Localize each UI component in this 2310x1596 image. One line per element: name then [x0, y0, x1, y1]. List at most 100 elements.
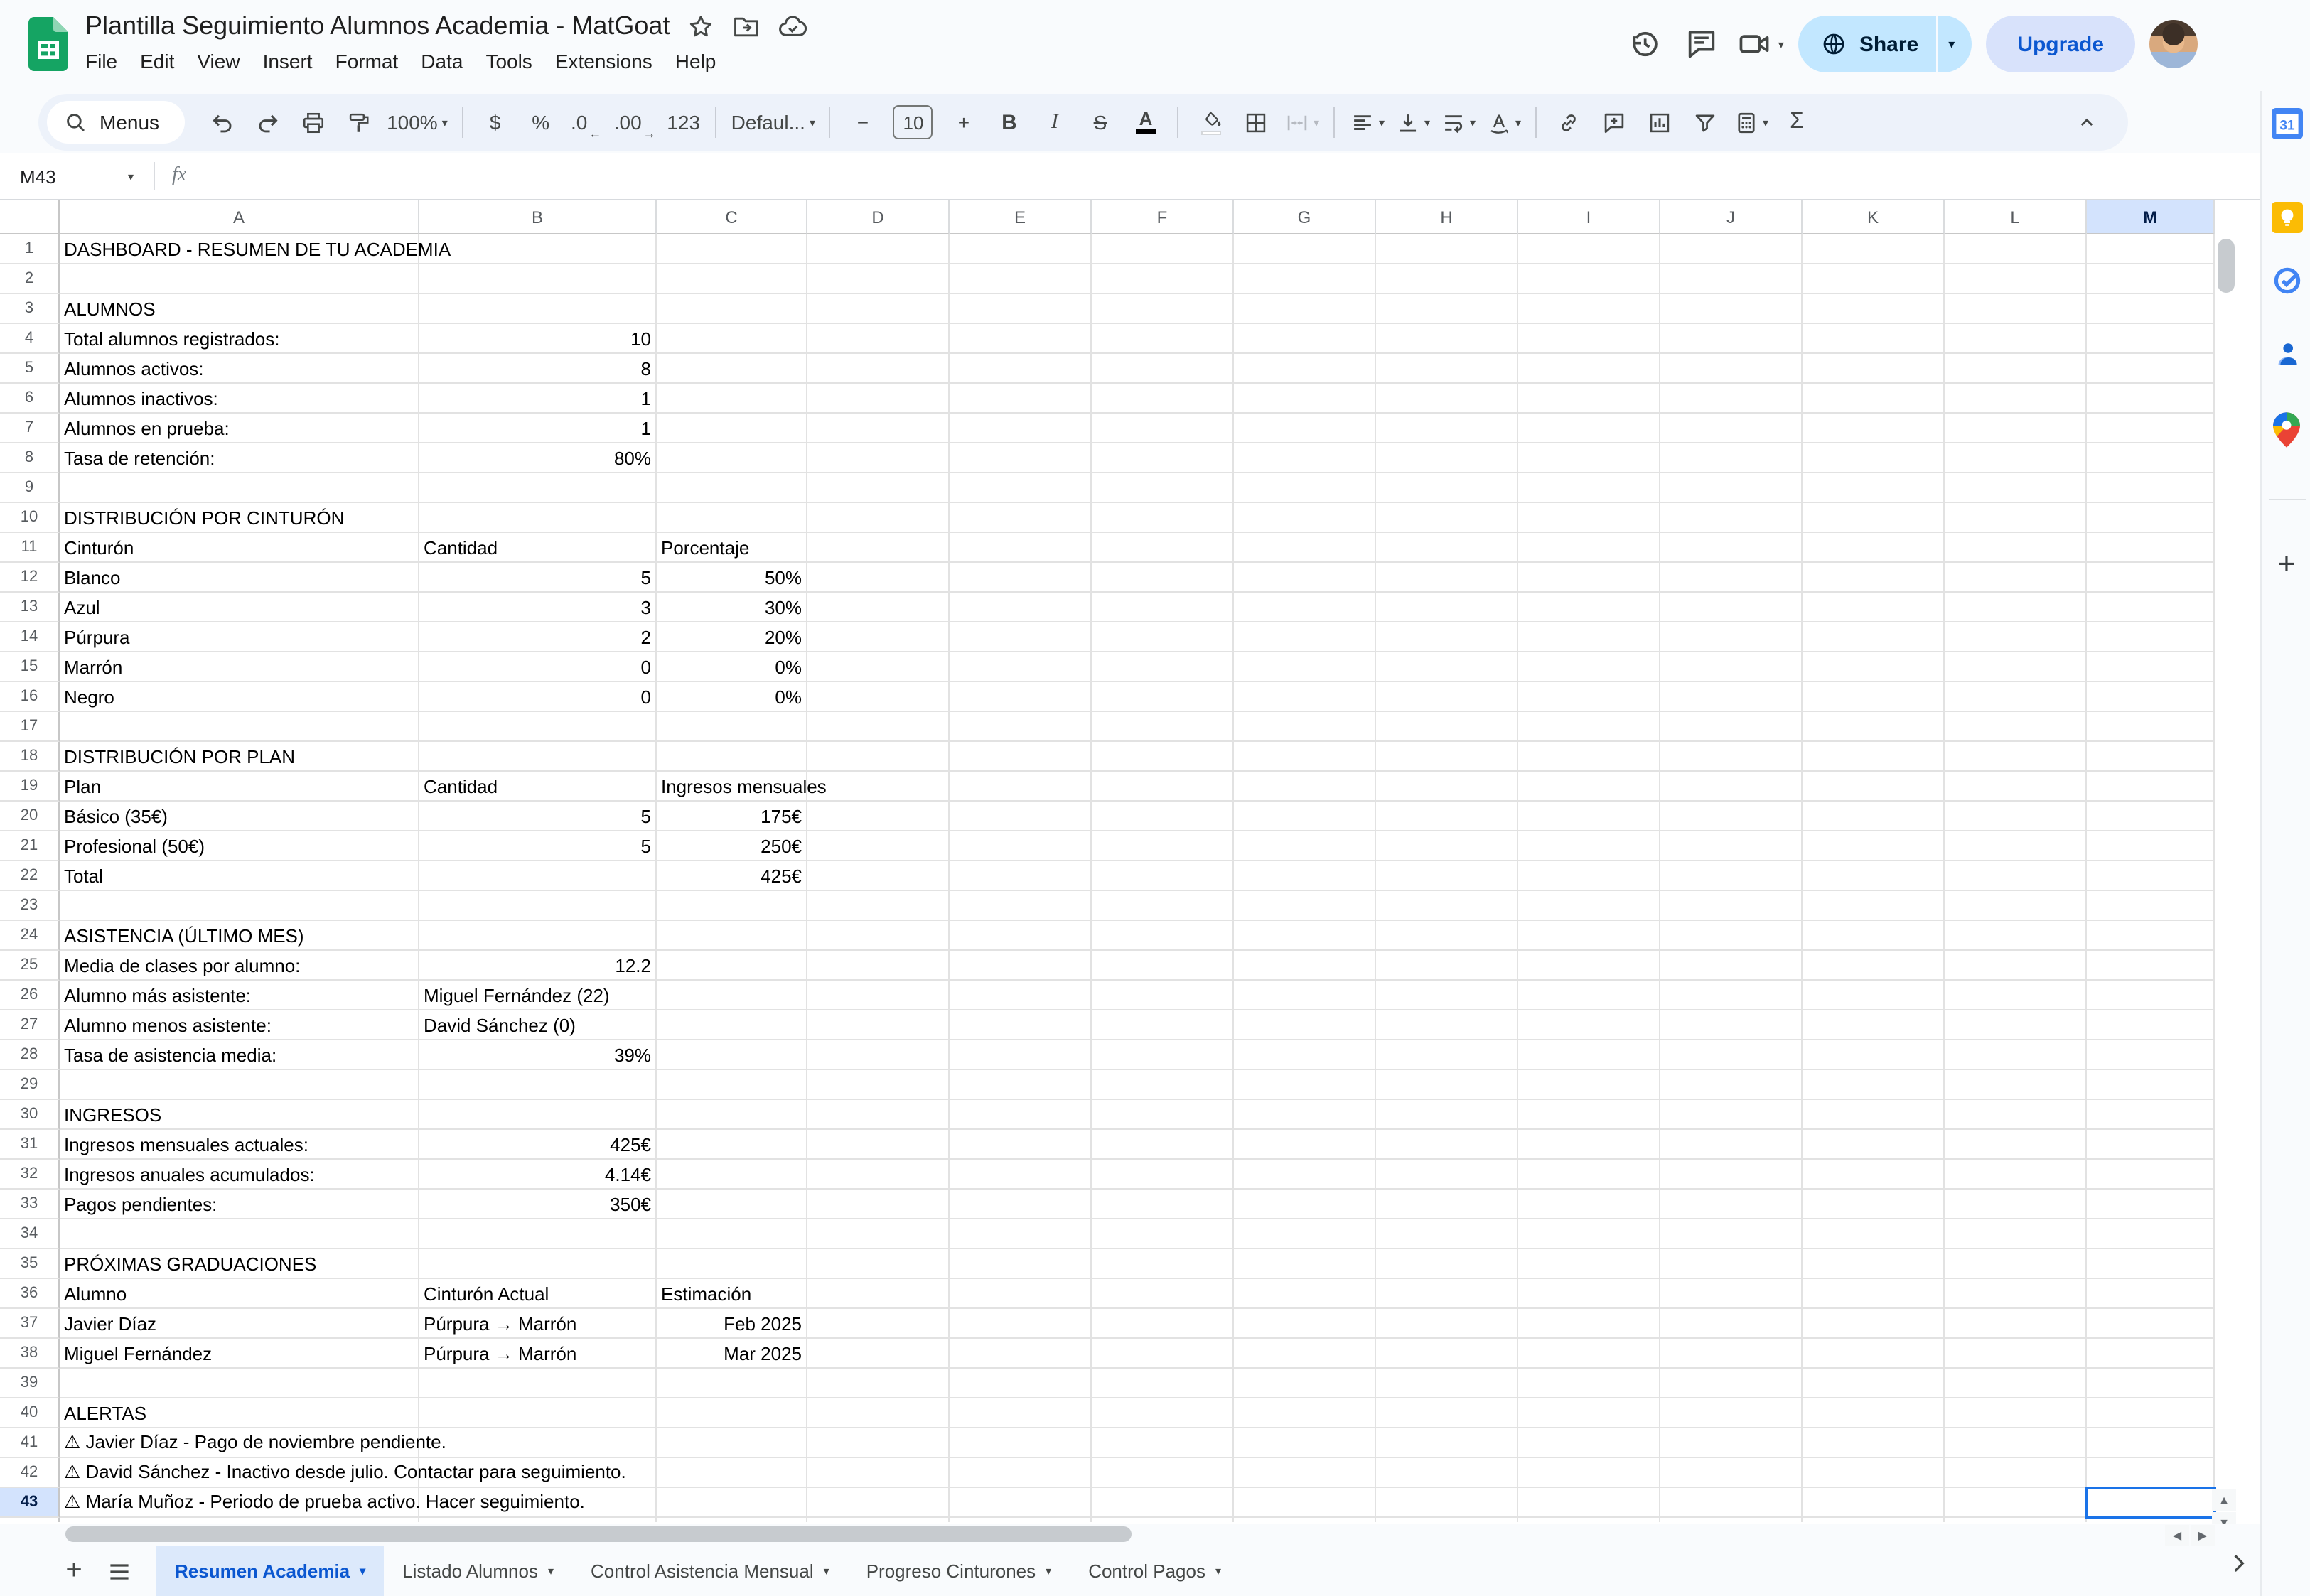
cell-B24[interactable]	[419, 921, 657, 951]
column-header-B[interactable]: B	[419, 200, 657, 234]
cell-D19[interactable]	[807, 772, 950, 802]
cell-I12[interactable]	[1518, 563, 1660, 593]
cell-M15[interactable]	[2087, 652, 2215, 682]
cell-I29[interactable]	[1518, 1070, 1660, 1100]
cell-B31[interactable]: 425€	[419, 1130, 657, 1160]
cell-G21[interactable]	[1234, 831, 1376, 861]
cell-F22[interactable]	[1092, 861, 1234, 891]
cell-I24[interactable]	[1518, 921, 1660, 951]
cell-F15[interactable]	[1092, 652, 1234, 682]
cell-A2[interactable]	[60, 264, 419, 294]
cell-H3[interactable]	[1376, 294, 1518, 324]
cell-C4[interactable]	[657, 324, 807, 354]
cell-A26[interactable]: Alumno más asistente:	[60, 981, 419, 1010]
cell-B32[interactable]: 4.14€	[419, 1160, 657, 1190]
cell-K7[interactable]	[1803, 414, 1945, 443]
row-header-4[interactable]: 4	[0, 324, 60, 354]
cell-F27[interactable]	[1092, 1010, 1234, 1040]
cell-A25[interactable]: Media de clases por alumno:	[60, 951, 419, 981]
cell-B6[interactable]: 1	[419, 384, 657, 414]
cell-A34[interactable]	[60, 1219, 419, 1249]
cell-H1[interactable]	[1376, 234, 1518, 264]
cell-C5[interactable]	[657, 354, 807, 384]
cell-A33[interactable]: Pagos pendientes:	[60, 1190, 419, 1219]
column-header-A[interactable]: A	[60, 200, 419, 234]
cell-E4[interactable]	[950, 324, 1092, 354]
cell-J9[interactable]	[1660, 473, 1803, 503]
cell-M7[interactable]	[2087, 414, 2215, 443]
cell-J28[interactable]	[1660, 1040, 1803, 1070]
cell-M33[interactable]	[2087, 1190, 2215, 1219]
cell-C40[interactable]	[657, 1398, 807, 1428]
cell-C7[interactable]	[657, 414, 807, 443]
comments-icon[interactable]	[1680, 23, 1723, 65]
cell-G27[interactable]	[1234, 1010, 1376, 1040]
all-sheets-menu-icon[interactable]	[97, 1548, 142, 1594]
cell-I19[interactable]	[1518, 772, 1660, 802]
cell-L19[interactable]	[1945, 772, 2087, 802]
cell-E25[interactable]	[950, 951, 1092, 981]
cell-B44[interactable]	[419, 1518, 657, 1522]
cell-E5[interactable]	[950, 354, 1092, 384]
cell-I17[interactable]	[1518, 712, 1660, 742]
cell-D5[interactable]	[807, 354, 950, 384]
menu-view[interactable]: View	[186, 47, 251, 75]
cell-I30[interactable]	[1518, 1100, 1660, 1130]
cell-I11[interactable]	[1518, 533, 1660, 563]
cell-F2[interactable]	[1092, 264, 1234, 294]
cell-E10[interactable]	[950, 503, 1092, 533]
cell-M14[interactable]	[2087, 622, 2215, 652]
cell-D31[interactable]	[807, 1130, 950, 1160]
cell-L28[interactable]	[1945, 1040, 2087, 1070]
cell-J7[interactable]	[1660, 414, 1803, 443]
share-dropdown[interactable]: ▾	[1937, 36, 1972, 52]
cell-M4[interactable]	[2087, 324, 2215, 354]
cell-E9[interactable]	[950, 473, 1092, 503]
text-wrap-button[interactable]: ▾	[1436, 102, 1481, 142]
cell-E32[interactable]	[950, 1160, 1092, 1190]
cell-I40[interactable]	[1518, 1398, 1660, 1428]
cell-A6[interactable]: Alumnos inactivos:	[60, 384, 419, 414]
cell-L22[interactable]	[1945, 861, 2087, 891]
cell-G20[interactable]	[1234, 802, 1376, 831]
cell-I20[interactable]	[1518, 802, 1660, 831]
cell-E16[interactable]	[950, 682, 1092, 712]
cell-A19[interactable]: Plan	[60, 772, 419, 802]
cell-G4[interactable]	[1234, 324, 1376, 354]
cell-H31[interactable]	[1376, 1130, 1518, 1160]
cell-D13[interactable]	[807, 593, 950, 622]
scroll-right-button[interactable]: ▶	[2191, 1525, 2215, 1546]
cell-F26[interactable]	[1092, 981, 1234, 1010]
cell-F7[interactable]	[1092, 414, 1234, 443]
cell-B19[interactable]: Cantidad	[419, 772, 657, 802]
cell-G37[interactable]	[1234, 1309, 1376, 1339]
cell-J13[interactable]	[1660, 593, 1803, 622]
cell-G2[interactable]	[1234, 264, 1376, 294]
cell-F5[interactable]	[1092, 354, 1234, 384]
cell-L7[interactable]	[1945, 414, 2087, 443]
cell-C30[interactable]	[657, 1100, 807, 1130]
cell-L9[interactable]	[1945, 473, 2087, 503]
cell-I3[interactable]	[1518, 294, 1660, 324]
cell-K8[interactable]	[1803, 443, 1945, 473]
row-header-13[interactable]: 13	[0, 593, 60, 622]
fx-icon[interactable]: fx	[172, 165, 186, 188]
cell-H36[interactable]	[1376, 1279, 1518, 1309]
cell-L42[interactable]	[1945, 1458, 2087, 1488]
cell-C14[interactable]: 20%	[657, 622, 807, 652]
cell-J14[interactable]	[1660, 622, 1803, 652]
cell-K4[interactable]	[1803, 324, 1945, 354]
menu-file[interactable]: File	[74, 47, 129, 75]
cell-B18[interactable]	[419, 742, 657, 772]
cell-D36[interactable]	[807, 1279, 950, 1309]
row-header-33[interactable]: 33	[0, 1190, 60, 1219]
cell-F29[interactable]	[1092, 1070, 1234, 1100]
meet-video-button[interactable]: ▾	[1737, 27, 1784, 61]
row-header-24[interactable]: 24	[0, 921, 60, 951]
cell-H10[interactable]	[1376, 503, 1518, 533]
insert-chart-button[interactable]	[1638, 102, 1682, 142]
cell-G32[interactable]	[1234, 1160, 1376, 1190]
cell-E15[interactable]	[950, 652, 1092, 682]
cell-D10[interactable]	[807, 503, 950, 533]
cell-K9[interactable]	[1803, 473, 1945, 503]
